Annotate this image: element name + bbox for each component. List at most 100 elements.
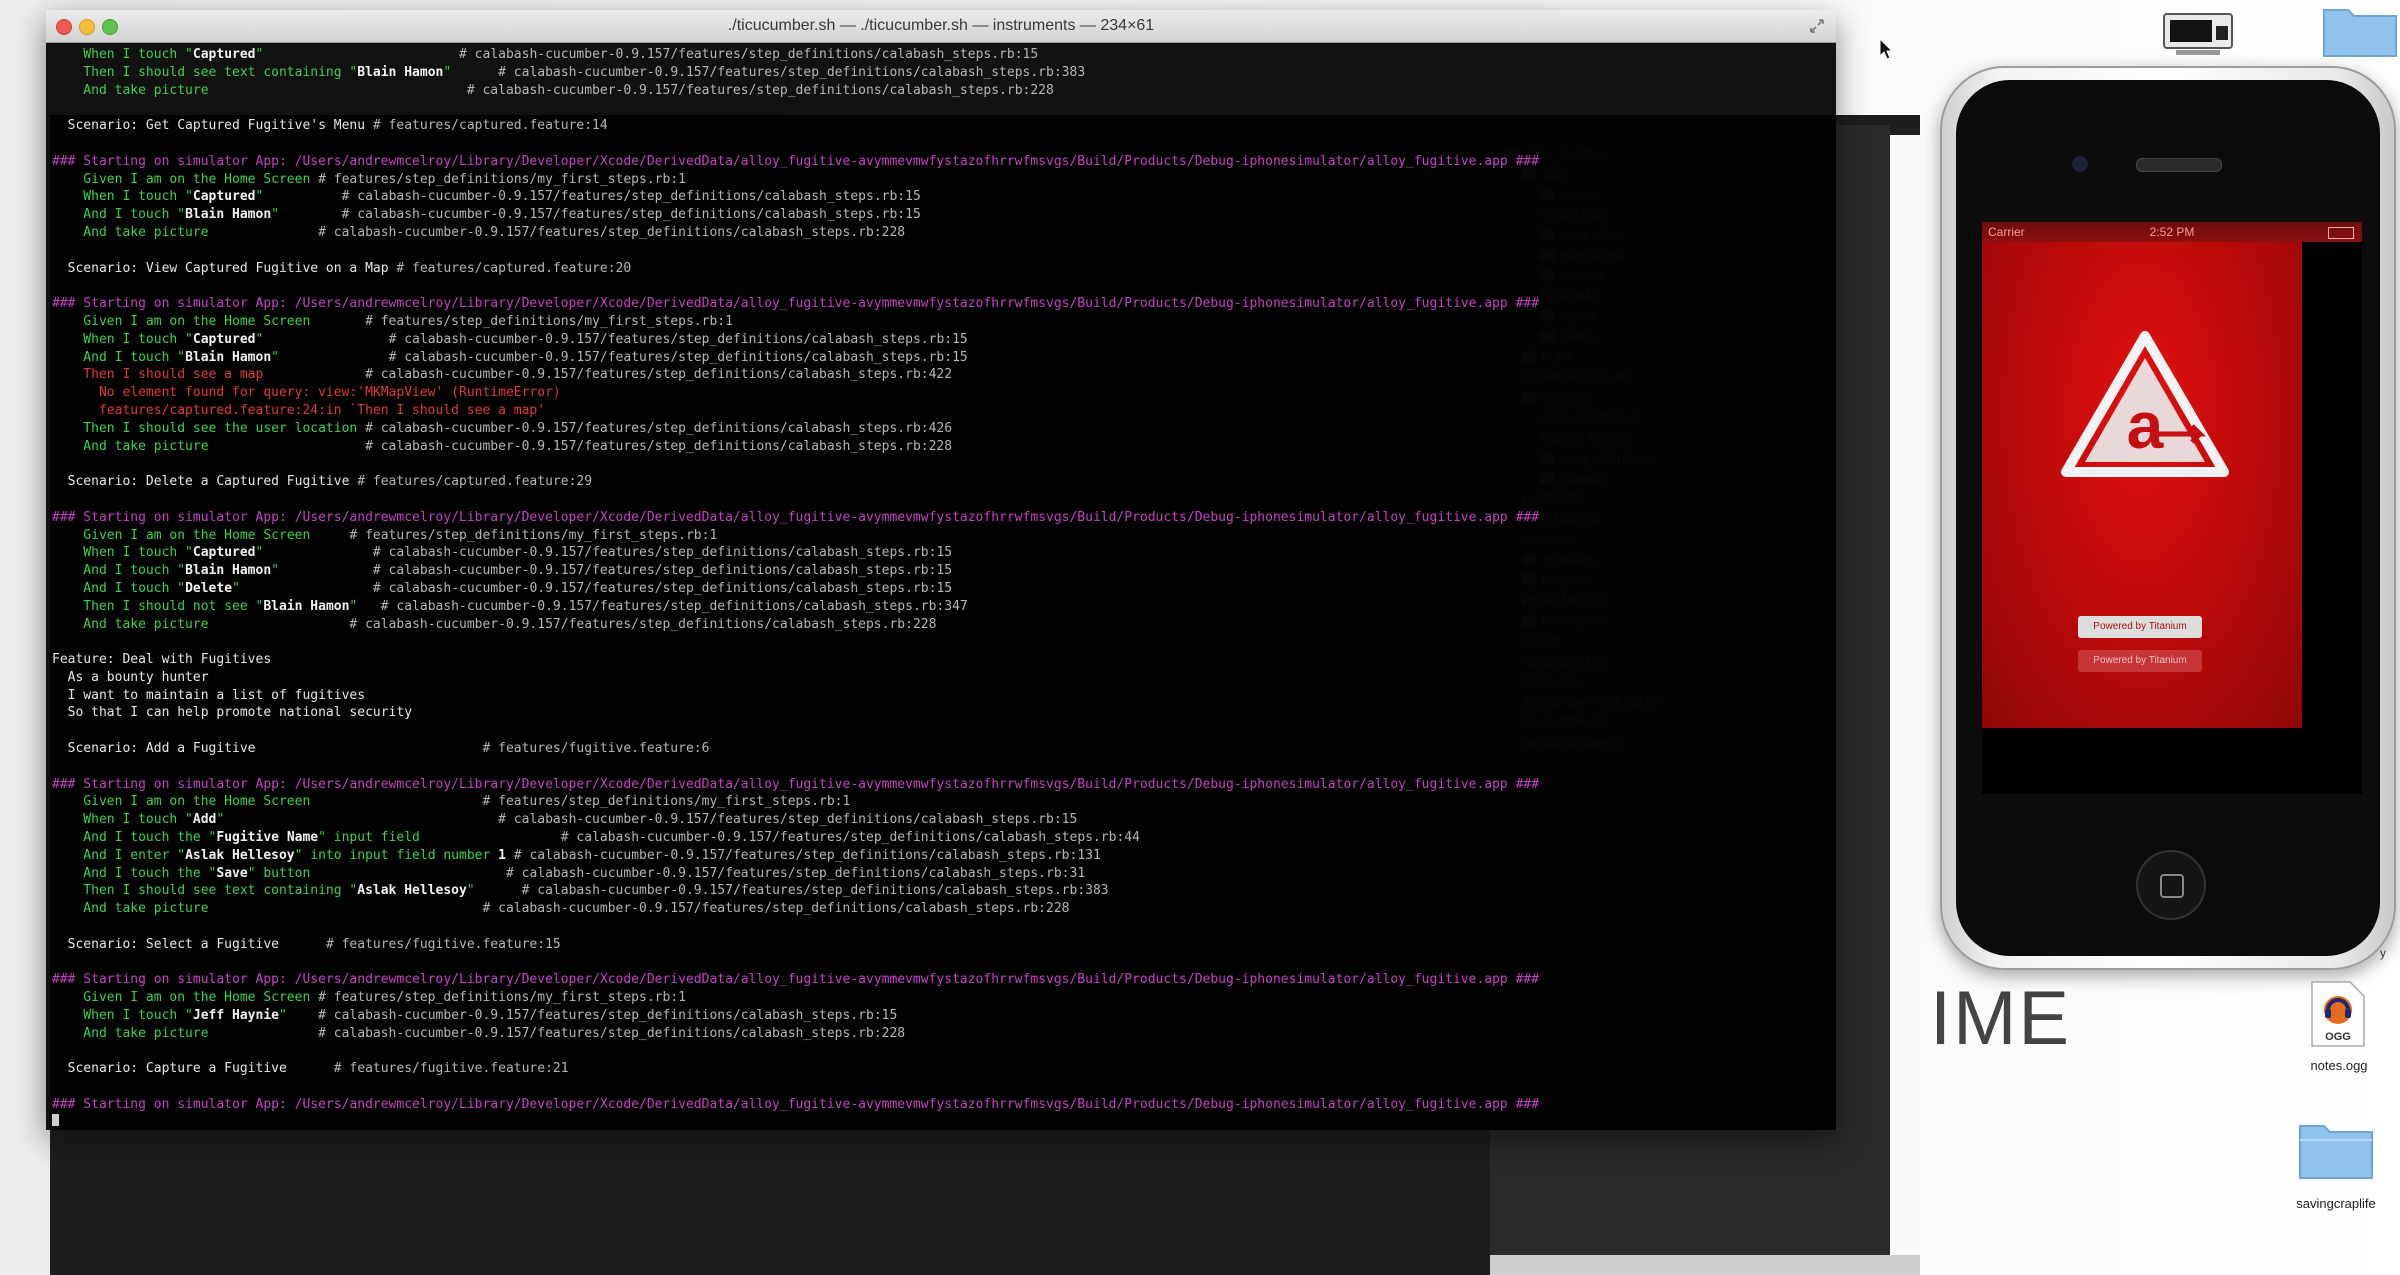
terminal-text-segment: Fugitive Name [216,830,319,846]
terminal-line: Given I am on the Home Screen # features… [52,313,1832,331]
terminal-text-segment: ### Starting on simulator App: /Users/an… [52,509,1540,525]
terminal-text-segment: Captured [192,189,256,205]
terminal-text-segment: Captured [192,331,256,347]
terminal-titlebar[interactable]: ./ticucumber.sh — ./ticucumber.sh — inst… [46,10,1836,43]
terminal-text-segment: And I touch " [52,207,186,223]
background-wordmark: IME [1930,976,2072,1061]
terminal-line: And I enter "Aslak Hellesoy" into input … [52,847,1832,865]
fullscreen-icon[interactable] [1810,19,1824,33]
terminal-text-segment: # features/step_definitions/my_first_ste… [318,171,686,187]
terminal-text-segment: Scenario: View Captured Fugitive on a Ma… [52,260,397,276]
terminal-text-segment: " [466,883,522,899]
prompt-line [52,1113,1832,1126]
terminal-text-segment: " [255,47,460,62]
edge-partial-label: y [2380,946,2386,960]
powered-by-badge: Powered by Titanium [2078,616,2202,638]
terminal-text-segment: " [255,545,373,561]
terminal-text-segment: Given I am on the Home Screen [52,527,350,543]
terminal-line: And I touch the "Fugitive Name" input fi… [52,829,1832,847]
terminal-line: And I touch "Blain Hamon" # calabash-cuc… [52,562,1832,580]
terminal-text-segment: " [271,563,373,579]
folder-icon[interactable] [2296,1118,2376,1180]
ogg-badge: OGG [2325,1031,2351,1043]
terminal-line: So that I can help promote national secu… [52,704,1832,722]
terminal-text-segment: Blain Hamon [357,64,444,80]
terminal-line: As a bounty hunter [52,669,1832,687]
terminal-text-segment: No element found for query: view:'MKMapV… [52,385,561,401]
terminal-line: features/captured.feature:24:in `Then I … [52,402,1832,420]
terminal-text-segment: # calabash-cucumber-0.9.157/features/ste… [349,616,937,632]
terminal-line: Feature: Deal with Fugitives [52,651,1832,669]
terminal-text-segment: # calabash-cucumber-0.9.157/features/ste… [380,598,968,614]
terminal-text-segment: ### Starting on simulator App: /Users/an… [52,296,1540,312]
svg-text:a: a [2127,388,2165,462]
terminal-line: When I touch "Jeff Haynie" # calabash-cu… [52,1007,1832,1025]
terminal-text-segment: So that I can help promote national secu… [52,705,413,721]
terminal-text-segment: # calabash-cucumber-0.9.157/features/ste… [513,847,1101,863]
iphone-face: Carrier 2:52 PM a Powered by Titanium Po… [1956,80,2380,956]
terminal-line: Given I am on the Home Screen # features… [52,989,1832,1007]
ogg-audio-file-icon[interactable]: OGG [2306,980,2368,1048]
terminal-text-segment: " [232,580,373,596]
terminal-text-segment: # calabash-cucumber-0.9.157/features/ste… [388,349,968,365]
terminal-line: Then I should see a map # calabash-cucum… [52,366,1832,384]
terminal-text-segment: # calabash-cucumber-0.9.157/features/ste… [365,367,953,383]
terminal-text-segment: Add [192,812,217,828]
terminal-text-segment: Scenario: Capture a Fugitive [52,1061,334,1077]
display-drive-icon[interactable] [2162,12,2234,58]
terminal-text-segment: # calabash-cucumber-0.9.157/features/ste… [365,438,953,454]
terminal-line: And I touch "Delete" # calabash-cucumber… [52,580,1832,598]
terminal-line: Given I am on the Home Screen # features… [52,793,1832,811]
terminal-text-segment: And take picture [52,224,319,240]
terminal-text-segment: " button [247,865,506,881]
terminal-text-segment: # calabash-cucumber-0.9.157/features/ste… [318,224,906,240]
terminal-output[interactable]: When I touch "Captured" # calabash-cucum… [52,46,1832,1126]
terminal-line: And take picture # calabash-cucumber-0.9… [52,616,1832,634]
battery-icon [2328,227,2354,239]
terminal-line: And take picture # calabash-cucumber-0.9… [52,1025,1832,1043]
terminal-text-segment: Scenario: Get Captured Fugitive's Menu [52,118,373,134]
ogg-file-label[interactable]: notes.ogg [2294,1058,2384,1073]
folder-label[interactable]: savingcraplife [2278,1196,2394,1211]
terminal-line: And take picture # calabash-cucumber-0.9… [52,900,1832,918]
terminal-text-segment: And I touch " [52,580,186,596]
terminal-text-segment: Scenario: Add a Fugitive [52,741,483,757]
status-clock: 2:52 PM [2149,225,2195,239]
terminal-line: No element found for query: view:'MKMapV… [52,384,1832,402]
terminal-line: When I touch "Captured" # calabash-cucum… [52,331,1832,349]
terminal-text-segment: " [255,331,389,347]
terminal-line: When I touch "Add" # calabash-cucumber-0… [52,811,1832,829]
simulator-screen[interactable]: Carrier 2:52 PM a Powered by Titanium Po… [1982,222,2362,794]
ios-status-bar: Carrier 2:52 PM [1982,222,2362,242]
home-button[interactable] [2136,850,2206,920]
terminal-line: ### Starting on simulator App: /Users/an… [52,509,1832,527]
terminal-text-segment: # calabash-cucumber-0.9.157/features/ste… [498,64,1086,80]
terminal-text-segment: " [278,1008,319,1024]
terminal-text-segment: # features/captured.feature:14 [372,118,608,134]
terminal-text-segment: And take picture [52,901,483,917]
terminal-text-segment: # features/step_definitions/my_first_ste… [482,794,851,810]
terminal-text-segment: Feature: Deal with Fugitives [52,652,272,668]
terminal-lines: When I touch "Captured" # calabash-cucum… [52,46,1832,1114]
app-splash-screen: a Powered by Titanium Powered by Titaniu… [1982,242,2302,728]
terminal-text-segment: Then I should see text containing " [52,64,358,80]
terminal-text-segment: And take picture [52,438,366,454]
terminal-text-segment: Given I am on the Home Screen [52,794,483,810]
folder-icon[interactable] [2320,0,2400,58]
terminal-text-segment: When I touch " [52,545,193,561]
terminal-text-segment: " [271,207,342,223]
terminal-line: And I touch the "Save" button # calabash… [52,865,1832,883]
terminal-line: When I touch "Captured" # calabash-cucum… [52,188,1832,206]
terminal-text-segment: ### Starting on simulator App: /Users/an… [52,1097,1540,1113]
home-square-icon [2160,874,2184,898]
terminal-text-segment: And take picture [52,82,467,98]
terminal-text-segment: And I touch " [52,349,186,365]
terminal-text-segment: I want to maintain a list of fugitives [52,687,366,703]
terminal-text-segment: # calabash-cucumber-0.9.157/features/ste… [466,82,1054,98]
terminal-line: ### Starting on simulator App: /Users/an… [52,776,1832,794]
terminal-text-segment: When I touch " [52,812,193,828]
